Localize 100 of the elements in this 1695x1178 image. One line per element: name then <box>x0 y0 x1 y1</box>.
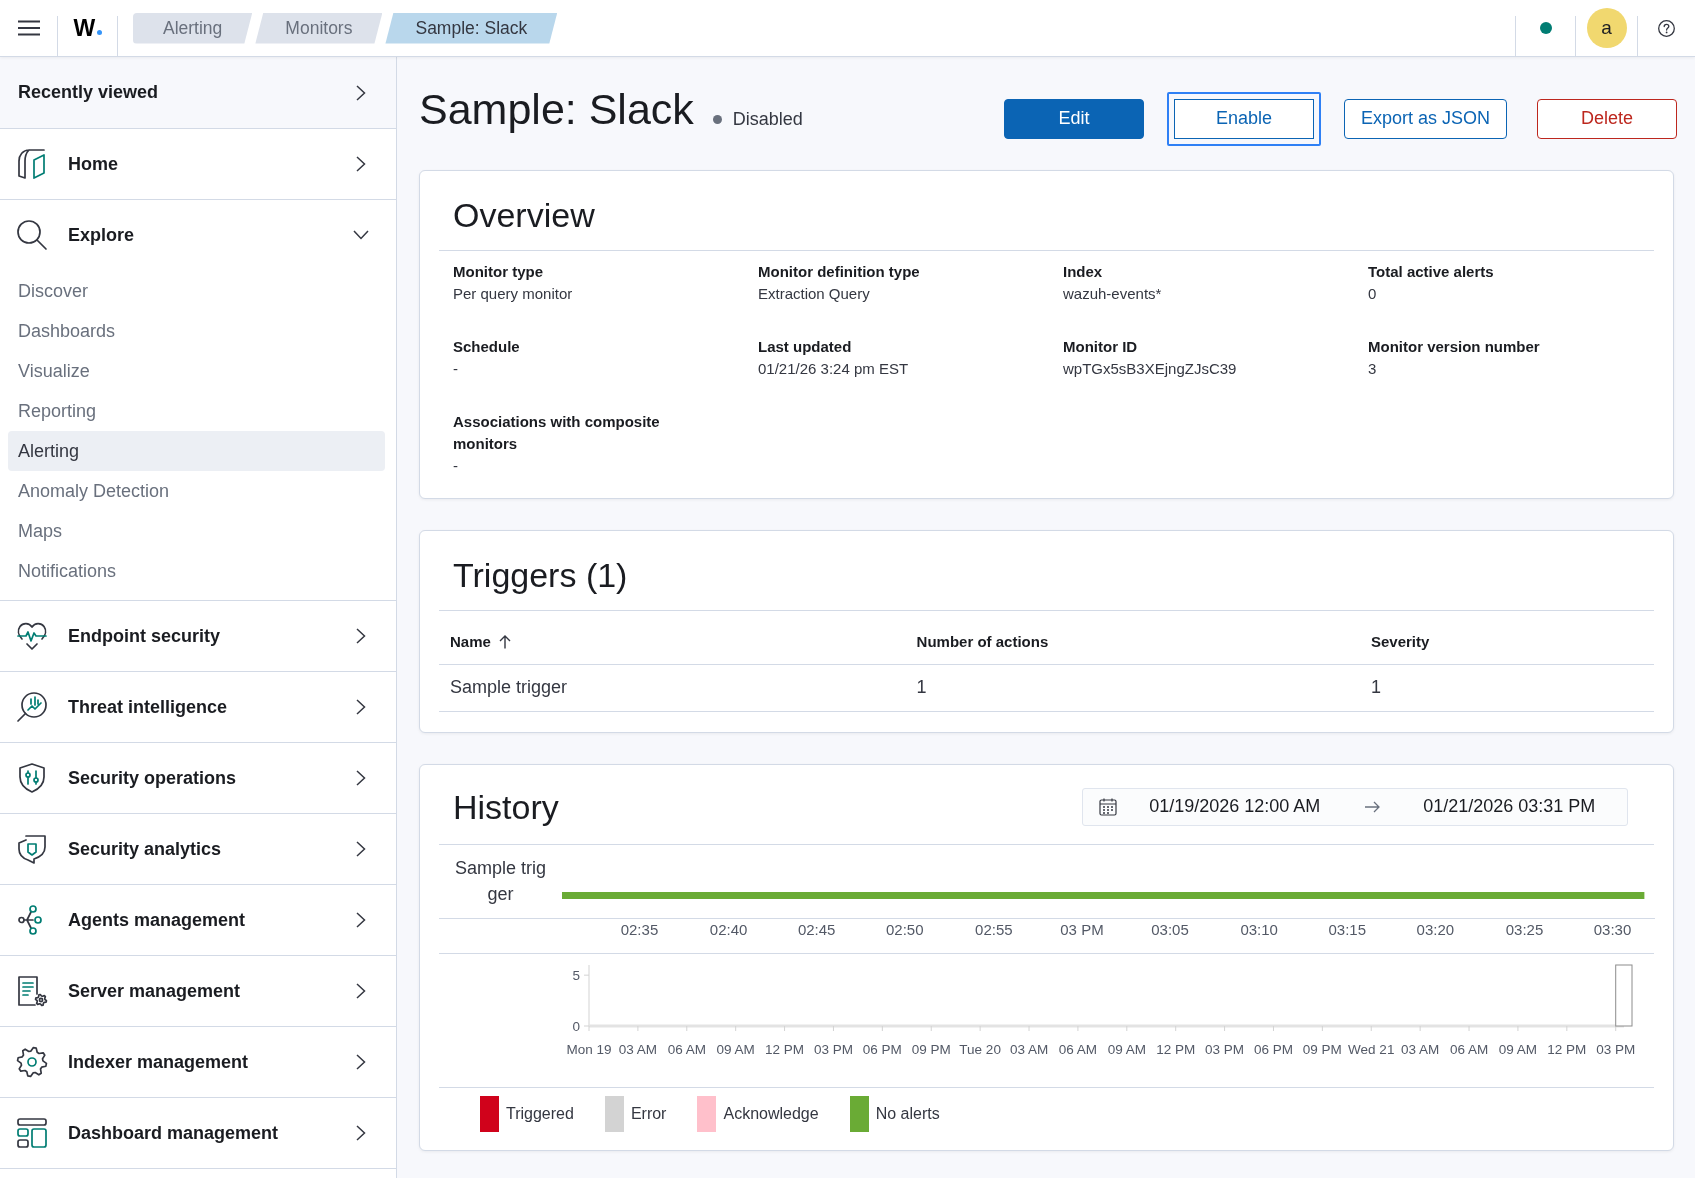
axis-label: 02:40 <box>709 920 748 938</box>
field-value: Per query monitor <box>453 284 573 304</box>
logo[interactable]: W <box>73 16 102 40</box>
table-cell: Sample trigger <box>439 664 906 711</box>
panel-title: Overview <box>453 195 595 235</box>
field-label: Monitor ID <box>1063 337 1138 357</box>
status-dot-icon <box>1539 22 1552 34</box>
field-label: Associations with composite monitors <box>453 412 661 454</box>
edit-button[interactable]: Edit <box>1003 98 1144 139</box>
column-header[interactable]: Name <box>450 633 511 651</box>
axis-label: 02:55 <box>975 920 1013 938</box>
field-value: - <box>453 359 458 379</box>
sidebar-link[interactable]: Discover <box>8 271 385 311</box>
help-icon[interactable] <box>1658 19 1675 37</box>
sidebar-item[interactable]: Recently viewed <box>0 57 396 129</box>
sidebar-item[interactable]: Indexer management <box>0 1027 396 1098</box>
column-header[interactable]: Number of actions <box>916 633 1049 651</box>
legend-label: Acknowledge <box>723 1104 819 1123</box>
sidebar-item[interactable]: Dashboard management <box>0 1098 396 1169</box>
document-gear-icon <box>16 975 48 1007</box>
sidebar-link[interactable]: Maps <box>8 511 385 551</box>
axis-label: 12 PM <box>1156 1041 1196 1057</box>
sidebar-item[interactable]: Server management <box>0 956 396 1027</box>
sidebar-link[interactable]: Visualize <box>8 351 385 391</box>
breadcrumb[interactable]: Sample: Slack <box>385 12 558 44</box>
axis-label: 12 PM <box>1547 1041 1587 1057</box>
field-value: 0 <box>1368 284 1377 304</box>
axis-label: 06 AM <box>1449 1041 1489 1057</box>
gear-icon <box>16 1046 48 1078</box>
sidebar-link[interactable]: Dashboards <box>8 311 385 351</box>
axis-label: Wed 21 <box>1348 1041 1395 1057</box>
field-value: wpTGx5sB3XEjngZJsC39 <box>1063 359 1237 379</box>
field-label: Monitor version number <box>1368 337 1540 357</box>
axis-label: Tue 20 <box>959 1041 1001 1057</box>
axis-label: 03 AM <box>1009 1041 1049 1057</box>
menu-icon[interactable] <box>17 20 40 36</box>
legend-label: Error <box>630 1104 667 1123</box>
axis-label: 06 PM <box>1253 1041 1293 1057</box>
axis-label: 03 PM <box>1596 1041 1636 1057</box>
field-value: 01/21/26 3:24 pm EST <box>758 359 909 379</box>
calendar-icon <box>1099 797 1117 816</box>
axis-label: 02:35 <box>620 920 659 938</box>
date-button[interactable]: 01/21/2026 03:31 PM <box>1391 788 1627 825</box>
field-label: Schedule <box>453 337 520 357</box>
panel-title: History <box>453 786 559 827</box>
sidebar-item[interactable]: Home <box>0 129 396 200</box>
table-cell: 1 <box>1359 664 1654 711</box>
sidebar-link[interactable]: Reporting <box>8 391 385 431</box>
axis-label: 5 <box>572 967 580 983</box>
breadcrumb[interactable]: Monitors <box>255 12 383 44</box>
axis-label: 09 PM <box>911 1041 951 1057</box>
axis-label: 09 AM <box>1107 1041 1146 1057</box>
axis-label: 12 PM <box>765 1041 805 1057</box>
axis-label: 03:10 <box>1240 920 1278 938</box>
field-label: Monitor type <box>453 262 543 282</box>
sidebar-link[interactable]: Notifications <box>8 551 385 591</box>
legend-label: No alerts <box>875 1104 940 1123</box>
search-icon <box>16 219 48 251</box>
field-label: Last updated <box>758 337 852 357</box>
sidebar-item[interactable]: Security operations <box>0 743 396 814</box>
axis-label: 03 PM <box>1060 920 1104 938</box>
axis-label: 03 AM <box>1401 1041 1440 1057</box>
sidebar-item[interactable]: Agents management <box>0 885 396 956</box>
delete-button[interactable]: Delete <box>1537 98 1677 139</box>
axis-label: 03:30 <box>1593 920 1632 938</box>
enable-button[interactable]: Enable <box>1166 91 1321 146</box>
field-value: Extraction Query <box>758 284 870 304</box>
magnifier-chart-icon <box>16 691 48 723</box>
date-button[interactable]: 01/19/2026 12:00 AM <box>1117 788 1353 825</box>
avatar[interactable]: a <box>1586 8 1627 48</box>
axis-label: 06 AM <box>667 1041 706 1057</box>
sidebar-link[interactable]: Anomaly Detection <box>8 471 385 511</box>
breadcrumb[interactable]: Alerting <box>133 12 253 44</box>
field-value: - <box>453 456 458 476</box>
sidebar-item[interactable]: Security analytics <box>0 814 396 885</box>
axis-label: 02:45 <box>797 920 836 938</box>
panel-title: Triggers (1) <box>453 555 628 595</box>
axis-label: Mon 19 <box>566 1041 612 1057</box>
shield-icon <box>16 833 48 865</box>
shield-sliders-icon <box>16 762 48 794</box>
sidebar-link[interactable]: Alerting <box>8 431 385 471</box>
page-title: Sample: Slack <box>419 83 694 134</box>
axis-label: 06 AM <box>1058 1041 1098 1057</box>
axis-label: 09 PM <box>1302 1041 1342 1057</box>
axis-label: 09 AM <box>1498 1041 1538 1057</box>
panels-icon <box>16 148 48 180</box>
arrow-right-icon <box>1364 800 1380 813</box>
axis-label: 09 AM <box>716 1041 755 1057</box>
arrow-up-icon <box>498 634 511 649</box>
sidebar-item[interactable]: Explore <box>0 200 396 271</box>
axis-label: 03 PM <box>1205 1041 1245 1057</box>
axis-label: 03:05 <box>1151 920 1189 938</box>
sidebar-item[interactable]: Threat intelligence <box>0 672 396 743</box>
axis-label: 03 AM <box>618 1041 658 1057</box>
export-button[interactable]: Export as JSON <box>1343 98 1507 139</box>
column-header[interactable]: Severity <box>1370 633 1430 651</box>
sidebar-item[interactable]: Endpoint security <box>0 601 396 672</box>
field-label: Index <box>1063 262 1103 282</box>
table-cell: 1 <box>905 664 1360 711</box>
field-value: wazuh-events* <box>1063 284 1162 304</box>
